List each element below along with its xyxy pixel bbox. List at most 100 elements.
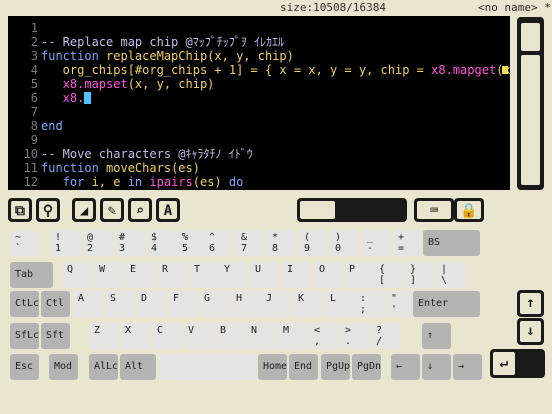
key-label: PgDn xyxy=(357,361,382,372)
key-&[interactable]: & 7 xyxy=(236,230,265,256)
key-label: ↓ xyxy=(427,361,434,372)
key-)[interactable]: ) 0 xyxy=(330,230,359,256)
key-"[interactable]: " ' xyxy=(386,291,415,317)
key-:[interactable]: :; xyxy=(355,291,384,317)
key-A[interactable]: A xyxy=(73,291,102,317)
key-E[interactable]: E xyxy=(125,262,154,288)
code-token: moveChars xyxy=(106,161,172,175)
key-Ctl[interactable]: Ctl xyxy=(41,291,70,317)
key-{[interactable]: {[ xyxy=(374,262,403,288)
key-C[interactable]: C xyxy=(152,323,181,349)
key-SfLc[interactable]: SfLc xyxy=(10,323,39,349)
key-?[interactable]: ? / xyxy=(371,323,400,349)
key-U[interactable]: U xyxy=(250,262,279,288)
key-Alt[interactable]: Alt xyxy=(120,354,156,380)
key-%[interactable]: % 5 xyxy=(177,230,206,256)
search-button[interactable]: ⚲ xyxy=(36,198,60,222)
scrollbar-thumb[interactable] xyxy=(521,23,540,51)
key-label: ; xyxy=(360,304,367,315)
key-PgDn[interactable]: PgDn xyxy=(352,354,381,380)
key-<[interactable]: <, xyxy=(309,323,338,349)
key-D[interactable]: D xyxy=(136,291,165,317)
return-button[interactable]: ↵ xyxy=(490,349,545,378)
key->[interactable]: >. xyxy=(340,323,369,349)
scroll-down-button[interactable]: ↓ xyxy=(517,318,544,345)
key-}[interactable]: }] xyxy=(405,262,434,288)
key-label: CtLc xyxy=(15,298,40,309)
key-V[interactable]: V xyxy=(183,323,212,349)
key-|[interactable]: | \ xyxy=(436,262,465,288)
key-label-shift: + xyxy=(398,232,405,243)
key-H[interactable]: H xyxy=(231,291,260,317)
key-L[interactable]: L xyxy=(325,291,354,317)
key-@[interactable]: @2 xyxy=(82,230,111,256)
key-![interactable]: ! 1 xyxy=(50,230,79,256)
key-Z[interactable]: Z xyxy=(89,323,118,349)
key-W[interactable]: W xyxy=(94,262,123,288)
key-#[interactable]: #3 xyxy=(114,230,143,256)
key-O[interactable]: O xyxy=(314,262,343,288)
zoom-button[interactable]: ⌕ xyxy=(128,198,152,222)
key-Esc[interactable]: Esc xyxy=(10,354,39,380)
key-Q[interactable]: Q xyxy=(62,262,91,288)
key-BS[interactable]: BS xyxy=(423,230,480,256)
key-^[interactable]: ^ 6 xyxy=(204,230,233,256)
key-$[interactable]: $4 xyxy=(146,230,175,256)
display-toggle-button[interactable] xyxy=(297,198,407,222)
key-B[interactable]: B xyxy=(215,323,244,349)
eraser-button[interactable]: ◢ xyxy=(72,198,96,222)
key-T[interactable]: T xyxy=(189,262,218,288)
key-←[interactable]: ← xyxy=(391,354,420,380)
key-→[interactable]: → xyxy=(453,354,482,380)
key-CtLc[interactable]: CtLc xyxy=(10,291,39,317)
code-line[interactable]: 12 for i, e in ipairs(es) do xyxy=(8,174,510,190)
font-a-button[interactable]: A xyxy=(156,198,180,222)
key-Sft[interactable]: Sft xyxy=(41,323,70,349)
key-([interactable]: (9 xyxy=(299,230,328,256)
key-label-shift: H xyxy=(236,293,243,304)
key-S[interactable]: S xyxy=(105,291,134,317)
key-PgUp[interactable]: PgUp xyxy=(321,354,350,380)
key-~[interactable]: ~ ` xyxy=(10,230,39,256)
key-P[interactable]: P xyxy=(344,262,373,288)
key-G[interactable]: G xyxy=(199,291,228,317)
key-label: ← xyxy=(396,361,403,372)
key-Home[interactable]: Home xyxy=(258,354,287,380)
key-X[interactable]: X xyxy=(120,323,149,349)
key-Enter[interactable]: Enter xyxy=(413,291,480,317)
key-label-shift: G xyxy=(204,293,211,304)
editor-scrollbar[interactable] xyxy=(517,17,544,190)
key-I[interactable]: I xyxy=(282,262,311,288)
copy-button[interactable]: ⧉ xyxy=(8,198,32,222)
key-label-shift: E xyxy=(130,264,137,275)
key-M[interactable]: M xyxy=(278,323,307,349)
key-label: Ctl xyxy=(46,298,65,309)
lock-button[interactable]: 🔒 xyxy=(454,198,484,222)
key-R[interactable]: R xyxy=(157,262,186,288)
key-Mod[interactable]: Mod xyxy=(49,354,78,380)
scrollbar-track[interactable] xyxy=(521,55,540,185)
key-+[interactable]: + = xyxy=(393,230,422,256)
key-N[interactable]: N xyxy=(246,323,275,349)
key-↓[interactable]: ↓ xyxy=(422,354,451,380)
keyboard-button[interactable]: ⌨ xyxy=(414,198,454,222)
keyboard-icon: ⌨ xyxy=(429,203,439,219)
code-editor[interactable]: 1 2 -- Replace map chip @ﾏｯﾌﾟﾁｯﾌﾟｦ ｲﾚｶｴﾙ 3 f… xyxy=(8,16,510,190)
key-AlLc[interactable]: AlLc xyxy=(89,354,118,380)
key-↑[interactable]: ↑ xyxy=(422,323,451,349)
key-space[interactable] xyxy=(160,354,256,380)
text-cursor xyxy=(84,92,92,104)
code-token: org_chips[#org_chips + 1] = { x = x, y =… xyxy=(41,63,432,77)
code-token: (es) xyxy=(171,161,200,175)
key-F[interactable]: F xyxy=(168,291,197,317)
key-K[interactable]: K xyxy=(293,291,322,317)
key-Tab[interactable]: Tab xyxy=(10,262,53,288)
pen-button[interactable]: ✎ xyxy=(100,198,124,222)
key-*[interactable]: * 8 xyxy=(267,230,296,256)
code-token: for xyxy=(41,175,92,189)
scroll-up-button[interactable]: ↑ xyxy=(517,290,544,317)
key-End[interactable]: End xyxy=(289,354,318,380)
key-_[interactable]: _ - xyxy=(362,230,391,256)
key-J[interactable]: J xyxy=(261,291,290,317)
key-Y[interactable]: Y xyxy=(219,262,248,288)
